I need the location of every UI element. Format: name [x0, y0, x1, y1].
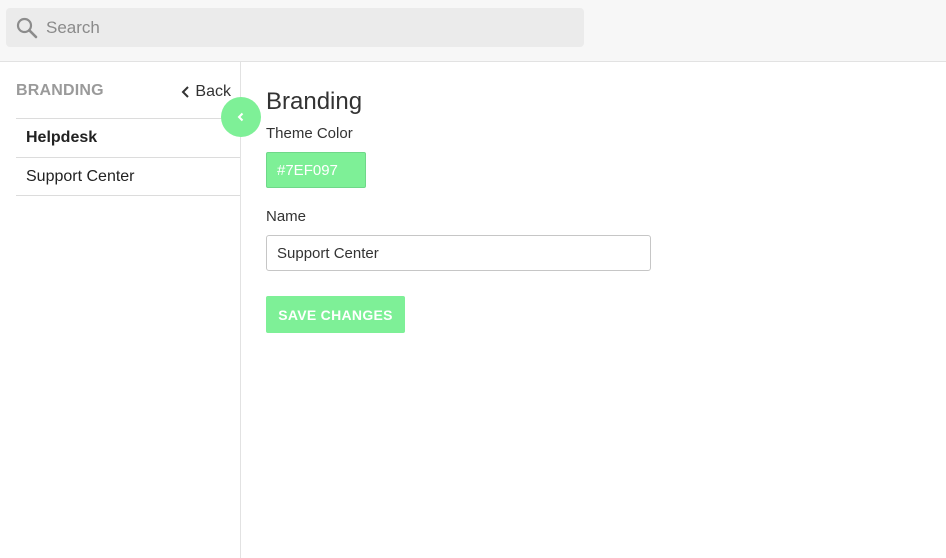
main-content: Branding Theme Color #7EF097 Name SAVE C… — [266, 62, 926, 558]
collapse-sidebar-button[interactable] — [221, 97, 261, 137]
sidebar-item-label: Support Center — [26, 167, 135, 185]
sidebar-list: Helpdesk Support Center — [16, 118, 240, 196]
save-changes-button[interactable]: SAVE CHANGES — [266, 296, 405, 333]
chevron-left-icon — [237, 112, 244, 122]
sidebar-item-label: Helpdesk — [26, 129, 98, 146]
chevron-left-icon — [182, 86, 190, 98]
sidebar: BRANDING Back Helpdesk Support Center — [0, 62, 241, 558]
theme-color-value: #7EF097 — [277, 161, 338, 179]
name-field[interactable] — [266, 235, 651, 271]
theme-color-picker[interactable]: #7EF097 — [266, 152, 366, 188]
top-bar — [0, 0, 946, 62]
name-label: Name — [266, 208, 307, 225]
back-label: Back — [195, 83, 231, 100]
search-box[interactable] — [6, 8, 584, 47]
search-icon — [16, 17, 38, 39]
theme-color-label: Theme Color — [266, 125, 353, 142]
sidebar-item-support-center[interactable]: Support Center — [16, 157, 240, 196]
sidebar-title: BRANDING — [16, 82, 104, 99]
sidebar-item-helpdesk[interactable]: Helpdesk — [16, 118, 240, 157]
page-title: Branding — [266, 88, 363, 115]
sidebar-header: BRANDING Back — [16, 62, 241, 119]
back-link[interactable]: Back — [181, 81, 231, 103]
search-input[interactable] — [46, 8, 576, 47]
